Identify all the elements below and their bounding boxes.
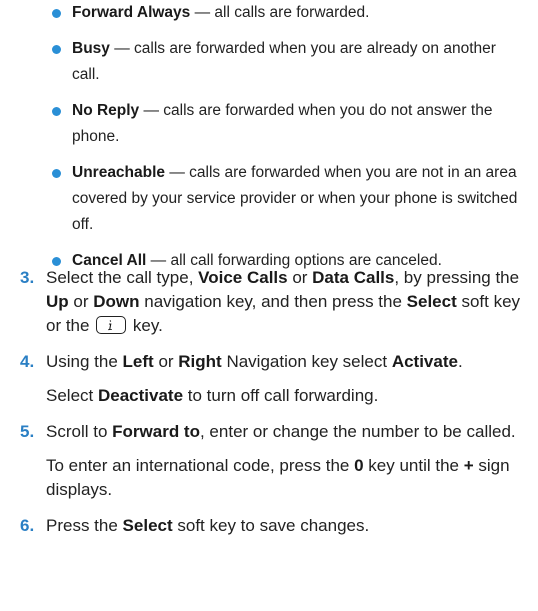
bold-text: + [463,456,474,475]
bold-text: 0 [354,456,364,475]
text: navigation key, and then press the [139,292,407,311]
bold-text: Down [93,292,140,311]
bullet-icon [52,107,61,116]
bold-text: Left [122,352,154,371]
text: Navigation key select [221,352,392,371]
step-text: Using the Left or Right Navigation key s… [46,350,530,374]
menu-key-icon [96,316,127,334]
text: or [68,292,94,311]
step-5: 5. Scroll to Forward to, enter or change… [0,420,530,502]
step-6: 6. Press the Select soft key to save cha… [0,514,530,538]
option-term: Unreachable [72,164,166,181]
forwarding-options-list: Forward Always — all calls are forwarded… [52,0,522,284]
option-term: No Reply [72,102,140,119]
bold-text: Select [406,292,457,311]
text: Select the call type, [46,268,199,287]
text: to turn off call forwarding. [183,386,379,405]
text: To enter an international code, press th… [46,456,355,475]
text: Using the [46,352,123,371]
step-text: Scroll to Forward to, enter or change th… [46,420,530,444]
bold-text: Data Calls [312,268,395,287]
text: or [287,268,313,287]
bold-text: Up [46,292,69,311]
step-4: 4. Using the Left or Right Navigation ke… [0,350,530,408]
bold-text: Right [178,352,222,371]
bullet-icon [52,9,61,18]
list-item: Forward Always — all calls are forwarded… [52,0,522,26]
text: soft key to save changes. [172,516,370,535]
bold-text: Select [122,516,173,535]
text: key. [128,316,163,335]
step-number: 6. [20,516,35,535]
list-item: No Reply — calls are forwarded when you … [52,98,522,150]
text: Select [46,386,98,405]
steps-list: 3. Select the call type, Voice Calls or … [0,266,530,550]
text: , enter or change the number to be calle… [199,422,516,441]
text: or [153,352,179,371]
list-item: Unreachable — calls are forwarded when y… [52,160,522,238]
step-3: 3. Select the call type, Voice Calls or … [0,266,530,338]
manual-page: Forward Always — all calls are forwarded… [0,0,538,611]
step-text: Select the call type, Voice Calls or Dat… [46,266,530,338]
option-term: Busy [72,40,110,57]
text: Press the [46,516,123,535]
step-note: To enter an international code, press th… [46,454,530,502]
step-number: 4. [20,352,35,371]
bold-text: Activate [391,352,458,371]
list-item: Busy — calls are forwarded when you are … [52,36,522,88]
bold-text: Voice Calls [198,268,288,287]
text: , by pressing the [394,268,520,287]
option-description: — calls are forwarded when you are alrea… [72,40,496,83]
bullet-icon [52,169,61,178]
step-note: Select Deactivate to turn off call forwa… [46,384,530,408]
text: Scroll to [46,422,113,441]
step-text: Press the Select soft key to save change… [46,514,530,538]
text: key until the [363,456,464,475]
bold-text: Forward to [112,422,200,441]
step-number: 5. [20,422,35,441]
text: . [457,352,463,371]
bold-text: Deactivate [97,386,184,405]
bullet-icon [52,257,61,266]
option-term: Forward Always [72,4,191,21]
step-number: 3. [20,268,35,287]
option-description: — all calls are forwarded. [190,4,370,21]
bullet-icon [52,45,61,54]
